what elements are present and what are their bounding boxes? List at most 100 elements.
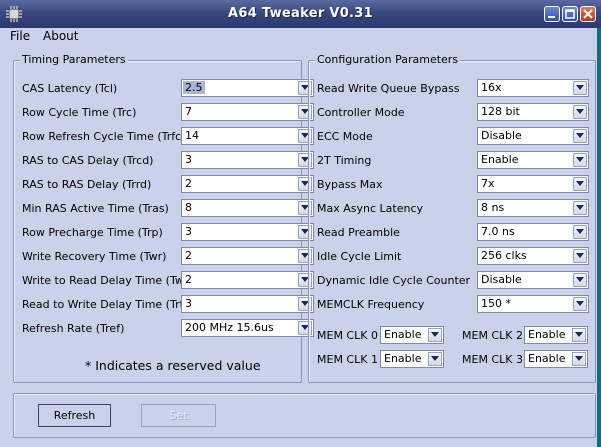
config-param-value: Disable	[481, 129, 522, 142]
timing-param-row: Row Precharge Time (Trp) 3	[22, 223, 314, 243]
config-param-label: Read Preamble	[317, 226, 400, 239]
minimize-button[interactable]	[544, 6, 560, 22]
memclk-0-select[interactable]: Enable	[380, 326, 444, 344]
config-param-select[interactable]: 150 *	[477, 295, 589, 313]
menu-file[interactable]: File	[10, 29, 30, 43]
timing-param-select[interactable]: 2	[181, 175, 314, 193]
config-param-select[interactable]: Disable	[477, 127, 589, 145]
chevron-down-icon[interactable]	[573, 129, 587, 143]
chevron-down-icon[interactable]	[573, 81, 587, 95]
config-param-select[interactable]: 7.0 ns	[477, 223, 589, 241]
config-param-row: 2T Timing Enable	[317, 151, 589, 171]
timing-param-value: 7	[185, 105, 192, 118]
chevron-down-icon[interactable]	[573, 249, 587, 263]
config-param-select[interactable]: 128 bit	[477, 103, 589, 121]
memclk-3-row: MEM CLK 3 Enable	[462, 350, 592, 370]
timing-param-value: 3	[185, 225, 192, 238]
reserved-note: * Indicates a reserved value	[85, 358, 261, 373]
timing-param-label: RAS to CAS Delay (Trcd)	[22, 154, 154, 167]
timing-param-select[interactable]: 14	[181, 127, 314, 145]
config-param-select[interactable]: 16x	[477, 79, 589, 97]
timing-param-label: RAS to RAS Delay (Trrd)	[22, 178, 152, 191]
chevron-down-icon[interactable]	[573, 201, 587, 215]
app-window: A64 Tweaker V0.31 File About Timing Para…	[0, 0, 601, 447]
config-param-row: Idle Cycle Limit 256 clks	[317, 247, 589, 267]
timing-param-select[interactable]: 8	[181, 199, 314, 217]
memclk-2-select[interactable]: Enable	[524, 326, 588, 344]
timing-param-label: Write to Read Delay Time (Twtr)	[22, 274, 197, 287]
timing-param-row: RAS to CAS Delay (Trcd) 3	[22, 151, 314, 171]
config-param-label: Idle Cycle Limit	[317, 250, 402, 263]
config-param-select[interactable]: 8 ns	[477, 199, 589, 217]
timing-param-select[interactable]: 2.5	[181, 79, 314, 97]
timing-param-label: Refresh Rate (Tref)	[22, 322, 125, 335]
config-param-label: Dynamic Idle Cycle Counter	[317, 274, 471, 287]
config-param-value: 8 ns	[481, 201, 505, 214]
chevron-down-icon[interactable]	[572, 352, 586, 366]
timing-param-value: 14	[185, 129, 199, 142]
timing-param-select[interactable]: 3	[181, 223, 314, 241]
config-param-select[interactable]: 256 clks	[477, 247, 589, 265]
timing-param-value: 2	[185, 273, 192, 286]
timing-param-label: CAS Latency (Tcl)	[22, 82, 118, 95]
timing-param-row: Write Recovery Time (Twr) 2	[22, 247, 314, 267]
timing-param-label: Row Precharge Time (Trp)	[22, 226, 163, 239]
chevron-down-icon[interactable]	[573, 225, 587, 239]
timing-param-select[interactable]: 200 MHz 15.6us	[181, 319, 314, 337]
timing-param-row: Read to Write Delay Time (Trtw) 3	[22, 295, 314, 315]
timing-param-select[interactable]: 3	[181, 295, 314, 313]
config-param-row: Bypass Max 7x	[317, 175, 589, 195]
close-button[interactable]	[580, 6, 596, 22]
timing-param-select[interactable]: 2	[181, 247, 314, 265]
chevron-down-icon[interactable]	[573, 297, 587, 311]
memclk-3-value: Enable	[528, 352, 566, 365]
maximize-button[interactable]	[562, 6, 578, 22]
config-param-select[interactable]: 7x	[477, 175, 589, 193]
memclk-1-value: Enable	[384, 352, 422, 365]
config-param-label: Controller Mode	[317, 106, 405, 119]
chevron-down-icon[interactable]	[573, 105, 587, 119]
timing-param-value: 2.5	[183, 81, 205, 94]
timing-param-select[interactable]: 2	[181, 271, 314, 289]
config-param-value: Disable	[481, 273, 522, 286]
menu-bar: File About	[0, 28, 601, 46]
timing-param-label: Min RAS Active Time (Tras)	[22, 202, 169, 215]
chevron-down-icon[interactable]	[428, 352, 442, 366]
timing-param-label: Read to Write Delay Time (Trtw)	[22, 298, 198, 311]
config-param-value: 16x	[481, 81, 502, 94]
memclk-1-select[interactable]: Enable	[380, 350, 444, 368]
config-param-select[interactable]: Disable	[477, 271, 589, 289]
chevron-down-icon[interactable]	[428, 328, 442, 342]
chevron-down-icon[interactable]	[573, 153, 587, 167]
memclk-2-row: MEM CLK 2 Enable	[462, 326, 592, 346]
config-param-select[interactable]: Enable	[477, 151, 589, 169]
config-param-row: Dynamic Idle Cycle Counter Disable	[317, 271, 589, 291]
chevron-down-icon[interactable]	[573, 177, 587, 191]
memclk-1-label: MEM CLK 1	[317, 353, 378, 366]
window-title: A64 Tweaker V0.31	[227, 6, 373, 21]
memclk-0-row: MEM CLK 0 Enable	[317, 326, 467, 346]
refresh-button[interactable]: Refresh	[38, 404, 111, 427]
memclk-1-row: MEM CLK 1 Enable	[317, 350, 467, 370]
timing-param-row: Min RAS Active Time (Tras) 8	[22, 199, 314, 219]
memclk-3-select[interactable]: Enable	[524, 350, 588, 368]
title-bar[interactable]: A64 Tweaker V0.31	[0, 0, 601, 28]
timing-group-title: Timing Parameters	[20, 53, 128, 66]
config-param-label: 2T Timing	[317, 154, 372, 167]
timing-param-select[interactable]: 7	[181, 103, 314, 121]
config-param-label: Max Async Latency	[317, 202, 423, 215]
timing-param-select[interactable]: 3	[181, 151, 314, 169]
timing-param-row: Row Cycle Time (Trc) 7	[22, 103, 314, 123]
menu-about[interactable]: About	[43, 29, 78, 43]
config-param-row: MEMCLK Frequency 150 *	[317, 295, 589, 315]
chevron-down-icon[interactable]	[573, 273, 587, 287]
chevron-down-icon[interactable]	[572, 328, 586, 342]
memclk-2-label: MEM CLK 2	[462, 329, 523, 342]
config-param-value: 128 bit	[481, 105, 520, 118]
config-param-value: 7x	[481, 177, 495, 190]
config-param-label: ECC Mode	[317, 130, 373, 143]
memclk-0-label: MEM CLK 0	[317, 329, 378, 342]
set-button[interactable]: Set	[141, 404, 216, 427]
timing-param-row: CAS Latency (Tcl) 2.5	[22, 79, 314, 99]
timing-param-row: Row Refresh Cycle Time (Trfc) 14	[22, 127, 314, 147]
